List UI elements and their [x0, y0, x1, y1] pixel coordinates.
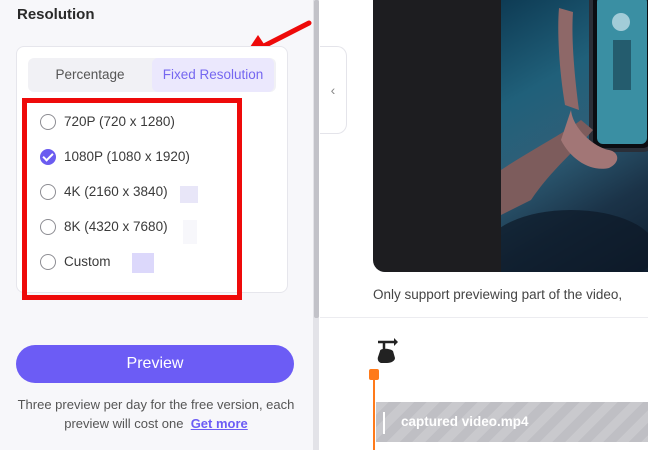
- radio-icon[interactable]: [40, 114, 56, 130]
- radio-icon[interactable]: [40, 219, 56, 235]
- usage-note: Three preview per day for the free versi…: [10, 395, 302, 433]
- get-more-link[interactable]: Get more: [191, 416, 248, 431]
- option-label: 1080P (1080 x 1920): [64, 149, 190, 164]
- pro-badge: [132, 253, 154, 273]
- clip-filename: captured video.mp4: [401, 414, 529, 429]
- video-content-image: [501, 0, 648, 272]
- radio-icon[interactable]: [40, 184, 56, 200]
- tab-fixed-resolution[interactable]: Fixed Resolution: [152, 58, 274, 92]
- usage-note-text: Three preview per day for the free versi…: [17, 397, 295, 431]
- playhead[interactable]: [373, 372, 375, 450]
- video-preview: [373, 0, 648, 272]
- option-label: Custom: [64, 254, 111, 269]
- playhead-handle[interactable]: [369, 369, 379, 380]
- panel-scrollbar-thumb[interactable]: [314, 0, 319, 318]
- option-label: 720P (720 x 1280): [64, 114, 175, 129]
- pro-badge: [183, 220, 197, 244]
- section-title: Resolution: [17, 6, 95, 23]
- tab-percentage[interactable]: Percentage: [28, 58, 152, 92]
- option-label: 4K (2160 x 3840): [64, 184, 168, 199]
- preview-caption: Only support previewing part of the vide…: [373, 287, 623, 302]
- option-label: 8K (4320 x 7680): [64, 219, 168, 234]
- radio-checked-icon[interactable]: [40, 149, 56, 165]
- video-frame-image: [501, 0, 648, 272]
- radio-icon[interactable]: [40, 254, 56, 270]
- pro-badge: [180, 186, 198, 203]
- chevron-left-icon: ‹: [330, 82, 336, 98]
- clip-trim-handle[interactable]: [383, 412, 385, 434]
- collapse-panel-button[interactable]: ‹: [320, 46, 347, 134]
- preview-button[interactable]: Preview: [16, 345, 294, 383]
- split-tool-icon[interactable]: [376, 338, 398, 364]
